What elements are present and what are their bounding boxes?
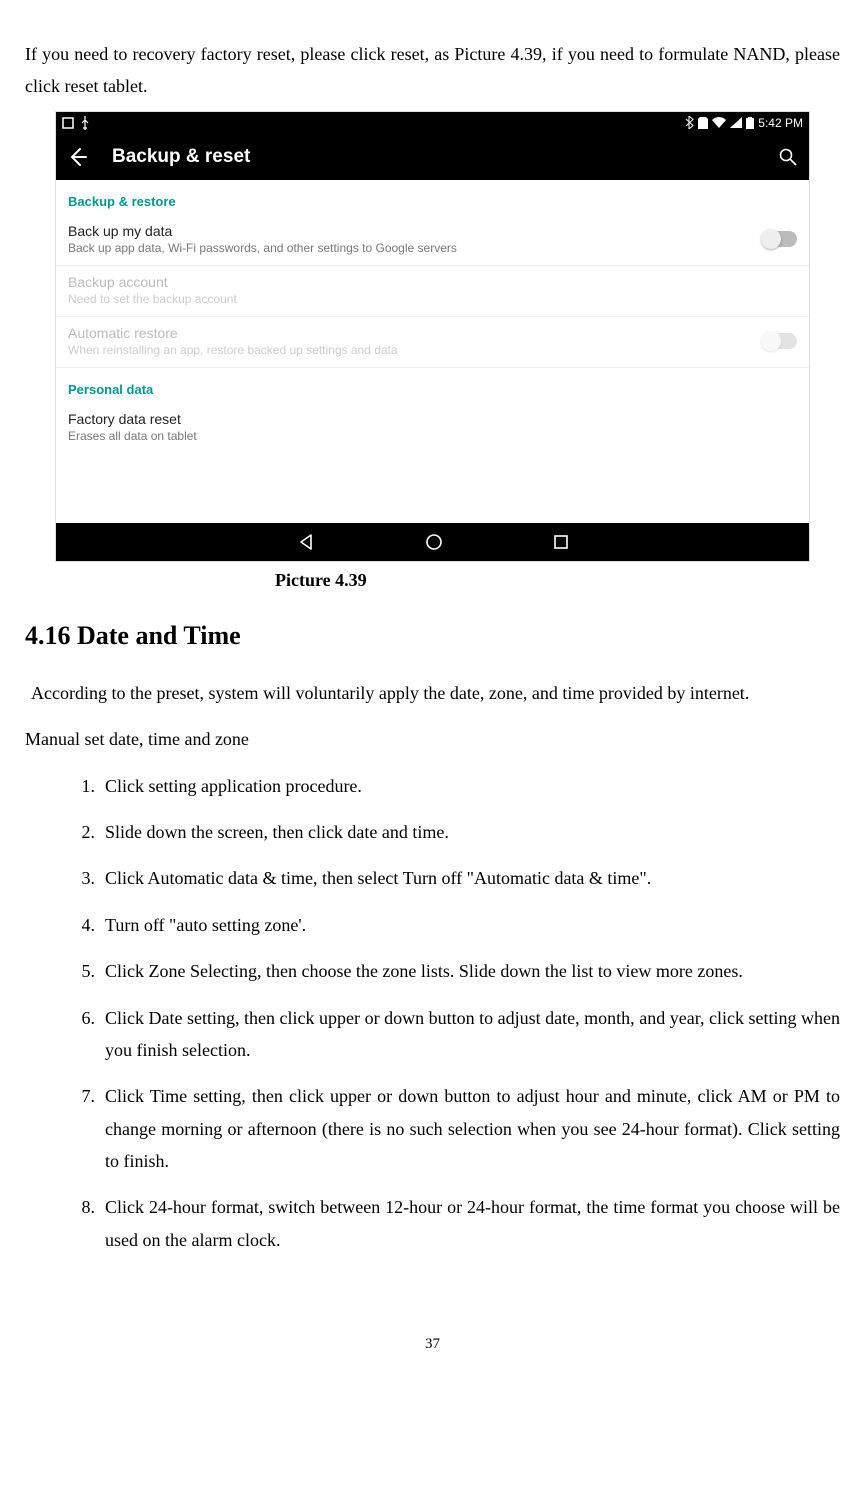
row-title: Automatic restore [68,325,398,341]
list-item: 2.Slide down the screen, then click date… [85,816,840,848]
nav-back-icon[interactable] [297,533,315,551]
row-title: Back up my data [68,223,457,239]
nav-recent-icon[interactable] [553,534,569,550]
row-subtitle: Back up app data, Wi-Fi passwords, and o… [68,241,457,255]
wifi-icon [712,117,726,128]
toggle-off[interactable] [763,231,797,247]
steps-list: 1.Click setting application procedure. 2… [25,770,840,1257]
appbar: Backup & reset [56,134,809,180]
settings-list: Backup & restore Back up my data Back up… [56,180,809,453]
list-item: 4.Turn off "auto setting zone'. [85,909,840,941]
window-icon [62,117,74,129]
signal-icon [730,117,742,128]
back-icon[interactable] [68,147,88,167]
battery-icon [746,117,754,129]
list-item: 6.Click Date setting, then click upper o… [85,1002,840,1067]
figure-caption: Picture 4.39 [25,570,840,591]
intro-paragraph: If you need to recovery factory reset, p… [25,38,840,103]
list-item: 7.Click Time setting, then click upper o… [85,1080,840,1177]
row-title: Backup account [68,274,237,290]
list-item: 1.Click setting application procedure. [85,770,840,802]
bluetooth-icon [685,116,694,129]
row-backup-account: Backup account Need to set the backup ac… [56,266,809,317]
section-heading: 4.16 Date and Time [25,621,840,651]
body-paragraph-2: Manual set date, time and zone [25,723,840,755]
usb-icon [80,116,90,130]
nav-home-icon[interactable] [425,533,443,551]
list-item: 5.Click Zone Selecting, then choose the … [85,955,840,987]
body-paragraph-1: According to the preset, system will vol… [25,677,840,709]
section-backup-restore: Backup & restore [56,180,809,215]
android-navbar [56,523,809,561]
row-subtitle: Need to set the backup account [68,292,237,306]
appbar-title: Backup & reset [112,146,250,168]
sd-icon [698,117,708,129]
row-automatic-restore: Automatic restore When reinstalling an a… [56,317,809,368]
row-title: Factory data reset [68,411,197,427]
search-icon[interactable] [779,148,797,166]
status-time: 5:42 PM [758,116,803,130]
row-subtitle: When reinstalling an app, restore backed… [68,343,398,357]
section-personal-data: Personal data [56,368,809,403]
page-number: 37 [25,1336,840,1353]
row-backup-my-data[interactable]: Back up my data Back up app data, Wi-Fi … [56,215,809,266]
embedded-screenshot: 5:42 PM Backup & reset Backup & restore … [55,111,810,562]
row-subtitle: Erases all data on tablet [68,429,197,443]
whitespace [56,453,809,523]
android-statusbar: 5:42 PM [56,112,809,134]
list-item: 3.Click Automatic data & time, then sele… [85,862,840,894]
row-factory-reset[interactable]: Factory data reset Erases all data on ta… [56,403,809,453]
list-item: 8.Click 24-hour format, switch between 1… [85,1191,840,1256]
toggle-disabled [763,333,797,349]
